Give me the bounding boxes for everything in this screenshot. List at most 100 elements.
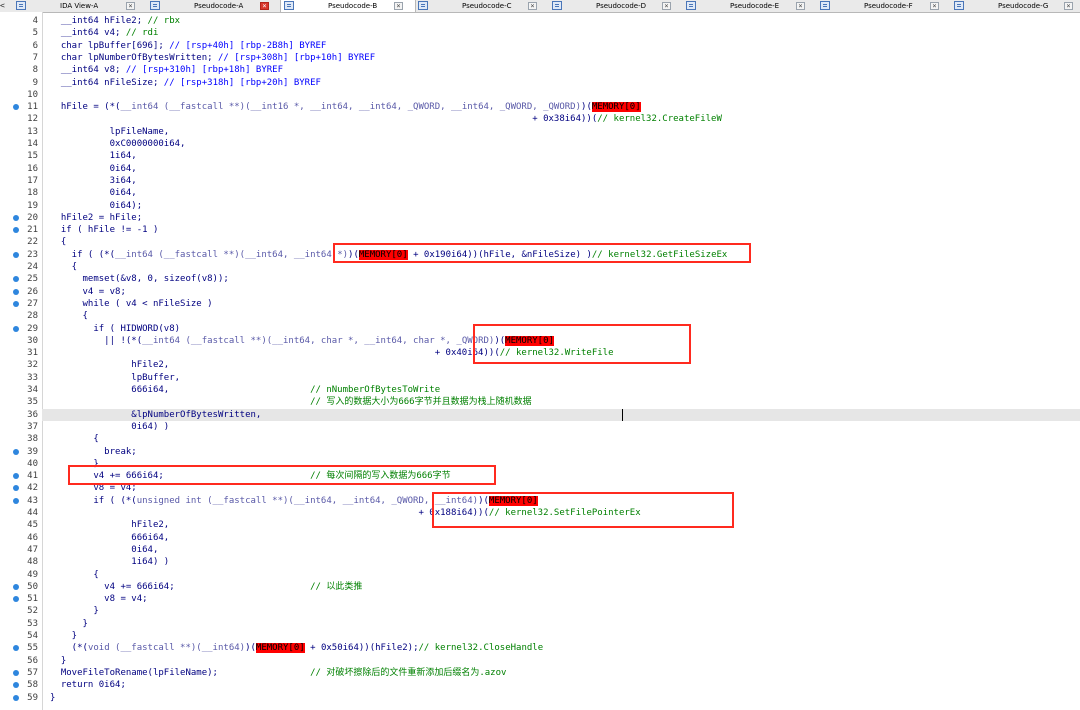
tab-scroll-left-icon[interactable]: < bbox=[0, 0, 5, 12]
code-line[interactable]: 0i64, bbox=[50, 544, 1080, 556]
line-number: 7 bbox=[32, 52, 38, 63]
code-line[interactable]: while ( v4 < nFileSize ) bbox=[50, 298, 1080, 310]
line-number: 31 bbox=[27, 348, 38, 359]
code-line[interactable]: { bbox=[50, 569, 1080, 581]
highlight-box-getfilesizeex bbox=[333, 243, 751, 263]
code-line[interactable]: break; bbox=[50, 446, 1080, 458]
code-line[interactable]: memset(&v8, 0, sizeof(v8)); bbox=[50, 273, 1080, 285]
code-text: { bbox=[50, 237, 67, 248]
code-comment: // 对破坏擦除后的文件重新添加后缀名为.azov bbox=[310, 667, 507, 678]
code-line[interactable]: 0i64, bbox=[50, 187, 1080, 199]
code-line[interactable]: } bbox=[50, 630, 1080, 642]
line-number: 45 bbox=[27, 520, 38, 531]
code-line[interactable]: 0i64); bbox=[50, 200, 1080, 212]
code-line[interactable]: { bbox=[50, 310, 1080, 322]
line-number: 23 bbox=[27, 249, 38, 260]
code-line[interactable]: 0xC0000000i64, bbox=[50, 138, 1080, 150]
tab-label[interactable]: IDA View-A bbox=[60, 0, 98, 12]
code-line[interactable]: 1i64, bbox=[50, 150, 1080, 162]
code-line[interactable]: v8 = v4; bbox=[50, 593, 1080, 605]
code-line[interactable]: 666i64, // nNumberOfBytesToWrite bbox=[50, 384, 1080, 396]
code-line[interactable]: } bbox=[50, 692, 1080, 704]
code-line[interactable]: (*(void (__fastcall **)(__int64))(MEMORY… bbox=[50, 642, 1080, 654]
code-line[interactable]: if ( hFile != -1 ) bbox=[50, 224, 1080, 236]
code-comment: // rdi bbox=[125, 28, 159, 39]
code-line[interactable]: } bbox=[50, 618, 1080, 630]
code-text: 0i64, bbox=[50, 163, 137, 174]
code-line[interactable]: { bbox=[50, 433, 1080, 445]
line-number: 53 bbox=[27, 618, 38, 629]
code-line[interactable]: 3i64, bbox=[50, 175, 1080, 187]
code-line[interactable]: 1i64) ) bbox=[50, 556, 1080, 568]
tab-label[interactable]: Pseudocode-D bbox=[596, 0, 646, 12]
code-line[interactable]: // 写入的数据大小为666字节并且数据为栈上随机数据 bbox=[50, 396, 1080, 408]
tab-close-icon[interactable]: × bbox=[126, 2, 135, 10]
tab-label[interactable]: Pseudocode-E bbox=[730, 0, 779, 12]
tab-close-icon[interactable]: × bbox=[394, 2, 403, 10]
code-line[interactable]: v4 += 666i64; // 以此类推 bbox=[50, 581, 1080, 593]
line-number: 52 bbox=[27, 606, 38, 617]
code-text: (*( bbox=[50, 643, 88, 654]
tab-label[interactable]: Pseudocode-B bbox=[328, 0, 377, 12]
code-line[interactable]: } bbox=[50, 605, 1080, 617]
code-line[interactable]: 0i64) ) bbox=[50, 421, 1080, 433]
code-line[interactable]: } bbox=[50, 655, 1080, 667]
code-line[interactable]: __int64 nFileSize; // [rsp+318h] [rbp+20… bbox=[50, 77, 1080, 89]
line-number: 5 bbox=[32, 28, 38, 39]
code-text: char lpNumberOfBytesWritten; bbox=[50, 52, 218, 63]
code-line[interactable]: return 0i64; bbox=[50, 679, 1080, 691]
code-line[interactable]: char lpNumberOfBytesWritten; // [rsp+308… bbox=[50, 52, 1080, 64]
code-text: + 0x188i64))( bbox=[50, 508, 489, 518]
code-line[interactable]: &lpNumberOfBytesWritten, bbox=[50, 409, 1080, 421]
code-line[interactable]: hFile2 = hFile; bbox=[50, 212, 1080, 224]
code-text: __int64 v8; bbox=[50, 65, 126, 76]
code-text: 0i64) ) bbox=[50, 421, 170, 432]
code-line[interactable] bbox=[50, 89, 1080, 101]
type-cast: __int64 (__fastcall **)(__int64, char *,… bbox=[142, 335, 495, 346]
code-line[interactable]: __int64 v4; // rdi bbox=[50, 27, 1080, 39]
code-line[interactable]: + 0x38i64))(// kernel32.CreateFileW bbox=[50, 113, 1080, 125]
tab-label[interactable]: Pseudocode-A bbox=[194, 0, 243, 12]
highlight-box-setfilepointerex bbox=[432, 492, 734, 528]
tab-label[interactable]: Pseudocode-C bbox=[462, 0, 512, 12]
tab-close-icon[interactable]: × bbox=[796, 2, 805, 10]
line-number: 49 bbox=[27, 569, 38, 580]
code-line[interactable]: hFile = (*(__int64 (__fastcall **)(__int… bbox=[50, 101, 1080, 113]
pseudocode-window-icon bbox=[16, 1, 26, 10]
code-text: v4 += 666i64; bbox=[50, 581, 311, 592]
code-text: 1i64, bbox=[50, 151, 137, 162]
code-line[interactable]: lpFileName, bbox=[50, 126, 1080, 138]
line-number: 30 bbox=[27, 335, 38, 346]
tab-close-icon[interactable]: × bbox=[662, 2, 671, 10]
tab-close-icon[interactable]: × bbox=[260, 2, 269, 10]
tab-label[interactable]: Pseudocode-G bbox=[998, 0, 1048, 12]
tab-close-icon[interactable]: × bbox=[1064, 2, 1073, 10]
pseudocode-window-icon bbox=[954, 1, 964, 10]
code-text: if ( (*( bbox=[50, 249, 116, 260]
code-text: hFile2 = hFile; bbox=[50, 212, 143, 223]
code-text: { bbox=[50, 311, 88, 322]
tab-close-icon[interactable]: × bbox=[930, 2, 939, 10]
code-text: if ( hFile != -1 ) bbox=[50, 225, 159, 236]
memory-reference: MEMORY[0] bbox=[255, 643, 305, 654]
code-line[interactable]: char lpBuffer[696]; // [rsp+40h] [rbp-2B… bbox=[50, 40, 1080, 52]
code-comment: // [rsp+40h] [rbp-2B8h] BYREF bbox=[169, 40, 327, 51]
code-comment: // 以此类推 bbox=[310, 581, 363, 592]
code-line[interactable]: 0i64, bbox=[50, 163, 1080, 175]
code-line[interactable]: __int64 v8; // [rsp+310h] [rbp+18h] BYRE… bbox=[50, 64, 1080, 76]
line-number: 33 bbox=[27, 372, 38, 383]
code-line[interactable]: v4 = v8; bbox=[50, 286, 1080, 298]
tab-label[interactable]: Pseudocode-F bbox=[864, 0, 913, 12]
code-line[interactable]: MoveFileToRename(lpFileName); // 对破坏擦除后的… bbox=[50, 667, 1080, 679]
code-comment: // kernel32.CloseHandle bbox=[418, 643, 544, 654]
line-number: 11 bbox=[27, 102, 38, 113]
tab-close-icon[interactable]: × bbox=[528, 2, 537, 10]
code-line[interactable]: __int64 hFile2; // rbx bbox=[50, 15, 1080, 27]
line-number: 14 bbox=[27, 139, 38, 149]
code-line[interactable]: lpBuffer, bbox=[50, 372, 1080, 384]
code-line[interactable]: 666i64, bbox=[50, 532, 1080, 544]
code-text: v8 = v4; bbox=[50, 594, 148, 605]
line-number: 6 bbox=[32, 40, 38, 51]
pseudocode-window-icon bbox=[552, 1, 562, 10]
line-number: 47 bbox=[27, 544, 38, 555]
